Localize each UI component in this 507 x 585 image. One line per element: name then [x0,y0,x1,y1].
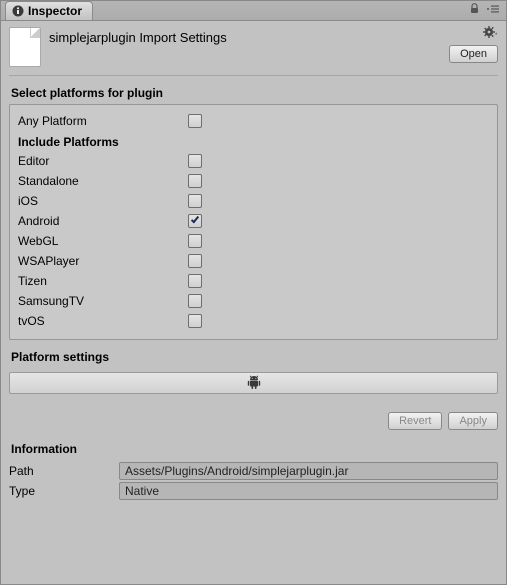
platforms-section: Select platforms for plugin Any Platform… [9,84,498,340]
platform-checkbox[interactable] [188,294,202,308]
info-icon [12,5,24,17]
platform-row: WSAPlayer [18,251,489,271]
platform-row: Standalone [18,171,489,191]
information-row: PathAssets/Plugins/Android/simplejarplug… [9,462,498,480]
file-icon [9,27,41,67]
android-icon[interactable] [247,375,261,391]
platform-row: SamsungTV [18,291,489,311]
platform-label: WSAPlayer [18,254,188,268]
info-field-value: Assets/Plugins/Android/simplejarplugin.j… [119,462,498,480]
platforms-box: Any Platform Include Platforms Editor Sta… [9,104,498,340]
platform-checkbox[interactable] [188,234,202,248]
gear-icon[interactable]: * [482,25,498,41]
svg-text:*: * [495,33,498,39]
platform-settings-tabstrip [9,372,498,394]
platform-row: iOS [18,191,489,211]
info-field-value: Native [119,482,498,500]
any-platform-checkbox[interactable] [188,114,202,128]
info-field-label: Path [9,464,119,478]
lock-icon[interactable] [469,3,480,15]
platform-row: tvOS [18,311,489,331]
platform-label: WebGL [18,234,188,248]
platform-label: Android [18,214,188,228]
platform-label: Editor [18,154,188,168]
platforms-title: Select platforms for plugin [9,84,498,104]
platform-label: Tizen [18,274,188,288]
information-section: Information [9,440,498,460]
asset-header: simplejarplugin Import Settings [1,21,506,69]
tab-label: Inspector [28,4,82,18]
inspector-tab[interactable]: Inspector [5,1,93,20]
platform-row: Tizen [18,271,489,291]
platform-checkbox[interactable] [188,214,202,228]
apply-button[interactable]: Apply [448,412,498,430]
platform-label: iOS [18,194,188,208]
include-platforms-label: Include Platforms [18,131,188,151]
info-field-label: Type [9,484,119,498]
platform-checkbox[interactable] [188,314,202,328]
platform-settings-title: Platform settings [9,348,498,368]
any-platform-label: Any Platform [18,114,188,128]
platform-row: WebGL [18,231,489,251]
platform-checkbox[interactable] [188,174,202,188]
platform-checkbox[interactable] [188,194,202,208]
inspector-panel: Inspector simplejarplugin Import Set [0,0,507,585]
platform-row: Android [18,211,489,231]
revert-button[interactable]: Revert [388,412,442,430]
platform-label: tvOS [18,314,188,328]
include-platforms-header: Include Platforms [18,131,489,151]
panel-tab-controls [469,3,500,15]
platform-checkbox[interactable] [188,154,202,168]
platform-settings-section: Platform settings [9,348,498,394]
open-button[interactable]: Open [449,45,498,63]
panel-menu-icon[interactable] [486,4,500,14]
information-fields: PathAssets/Plugins/Android/simplejarplug… [1,462,506,500]
platform-row: Editor [18,151,489,171]
platform-label: Standalone [18,174,188,188]
platform-label: SamsungTV [18,294,188,308]
panel-tab-bar: Inspector [1,1,506,21]
asset-title: simplejarplugin Import Settings [49,27,498,45]
platform-checkbox[interactable] [188,274,202,288]
platform-checkbox[interactable] [188,254,202,268]
information-row: TypeNative [9,482,498,500]
information-title: Information [9,440,498,460]
any-platform-row: Any Platform [18,111,489,131]
apply-footer: Revert Apply [9,412,498,430]
platform-list: Editor Standalone iOS Android WebGL WSAPlayer… [18,151,489,331]
